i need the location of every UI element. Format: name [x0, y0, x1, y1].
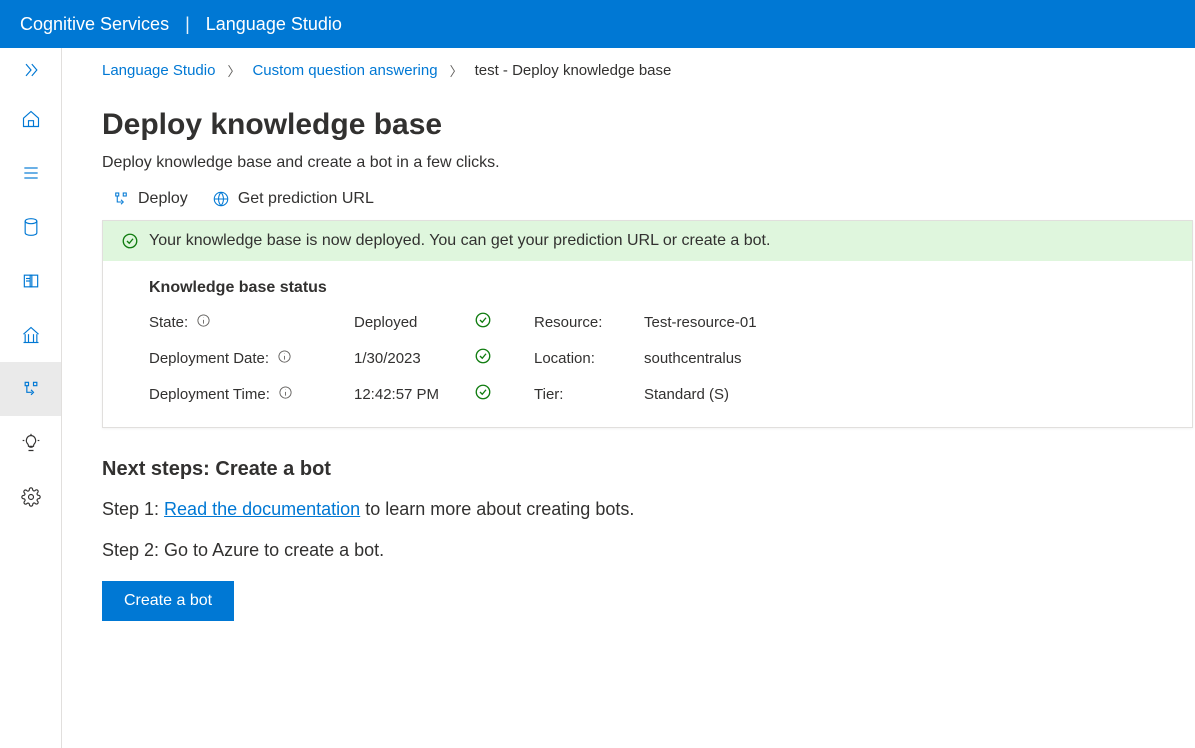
top-bar: Cognitive Services | Language Studio [0, 0, 1195, 48]
info-icon [277, 349, 292, 368]
database-icon [21, 217, 41, 237]
breadcrumb-current: test - Deploy knowledge base [475, 62, 672, 79]
topbar-divider: | [185, 14, 190, 35]
page-title: Deploy knowledge base [102, 108, 1195, 142]
deploy-button-label: Deploy [138, 190, 188, 208]
status-label: State: [149, 313, 354, 332]
sidebar-item-settings[interactable] [0, 470, 61, 524]
status-value: Deployed [354, 314, 474, 331]
sidebar-item-ideas[interactable] [0, 416, 61, 470]
banner-message: Your knowledge base is now deployed. You… [149, 232, 770, 250]
status-grid: State:Deployed Resource:Test-resource-01 D… [149, 311, 1146, 405]
sidebar-item-list[interactable] [0, 146, 61, 200]
status-right-value: Test-resource-01 [644, 314, 1146, 331]
sidebar-item-deploy[interactable] [0, 362, 61, 416]
building-bar-icon [21, 325, 41, 345]
sidebar-item-docs[interactable] [0, 254, 61, 308]
page-subtitle: Deploy knowledge base and create a bot i… [102, 154, 1195, 172]
deploy-button[interactable]: Deploy [112, 190, 188, 208]
breadcrumb-link-studio[interactable]: Language Studio [102, 62, 215, 79]
get-prediction-url-button[interactable]: Get prediction URL [212, 190, 374, 208]
gear-icon [21, 487, 41, 507]
status-title: Knowledge base status [149, 279, 1146, 297]
status-right-label: Resource: [534, 314, 644, 331]
list-lines-icon [21, 163, 41, 183]
status-value: 12:42:57 PM [354, 386, 474, 403]
step-1-suffix: to learn more about creating bots. [360, 499, 634, 519]
next-steps-heading: Next steps: Create a bot [102, 458, 1195, 481]
step-2: Step 2: Go to Azure to create a bot. [102, 540, 1195, 561]
breadcrumb-link-qa[interactable]: Custom question answering [252, 62, 437, 79]
status-check [474, 347, 534, 369]
status-check [474, 311, 534, 333]
status-right-label: Location: [534, 350, 644, 367]
sidebar [0, 48, 62, 748]
chevron-right-icon: 〉 [227, 61, 240, 80]
create-a-bot-button[interactable]: Create a bot [102, 581, 234, 621]
lightbulb-icon [21, 433, 41, 453]
status-value: 1/30/2023 [354, 350, 474, 367]
status-right-label: Tier: [534, 386, 644, 403]
status-label: Deployment Date: [149, 349, 354, 368]
read-documentation-link[interactable]: Read the documentation [164, 499, 360, 519]
chevron-right-icon: 〉 [450, 61, 463, 80]
status-right-value: Standard (S) [644, 386, 1146, 403]
globe-icon [212, 190, 230, 208]
info-icon [196, 313, 211, 332]
next-steps: Next steps: Create a bot Step 1: Read th… [102, 458, 1195, 621]
check-circle-icon [121, 232, 139, 250]
success-banner: Your knowledge base is now deployed. You… [103, 221, 1192, 261]
toolbar: Deploy Get prediction URL [102, 190, 1195, 208]
status-label: Deployment Time: [149, 385, 354, 404]
status-card: Your knowledge base is now deployed. You… [102, 220, 1193, 428]
status-right-value: southcentralus [644, 350, 1146, 367]
sidebar-item-schema[interactable] [0, 308, 61, 362]
step-1-prefix: Step 1: [102, 499, 164, 519]
status-check [474, 383, 534, 405]
sidebar-item-home[interactable] [0, 92, 61, 146]
deploy-icon [112, 190, 130, 208]
documents-icon [21, 271, 41, 291]
chevron-double-right-icon [21, 60, 41, 80]
get-prediction-url-label: Get prediction URL [238, 190, 374, 208]
main-content: Language Studio 〉 Custom question answer… [62, 48, 1195, 748]
app-name-right: Language Studio [206, 14, 342, 35]
home-icon [21, 109, 41, 129]
sidebar-item-data[interactable] [0, 200, 61, 254]
expand-sidebar-button[interactable] [0, 48, 61, 92]
step-1: Step 1: Read the documentation to learn … [102, 499, 1195, 520]
breadcrumb: Language Studio 〉 Custom question answer… [102, 61, 1195, 80]
app-name-left: Cognitive Services [20, 14, 169, 35]
info-icon [278, 385, 293, 404]
deploy-icon [21, 379, 41, 399]
